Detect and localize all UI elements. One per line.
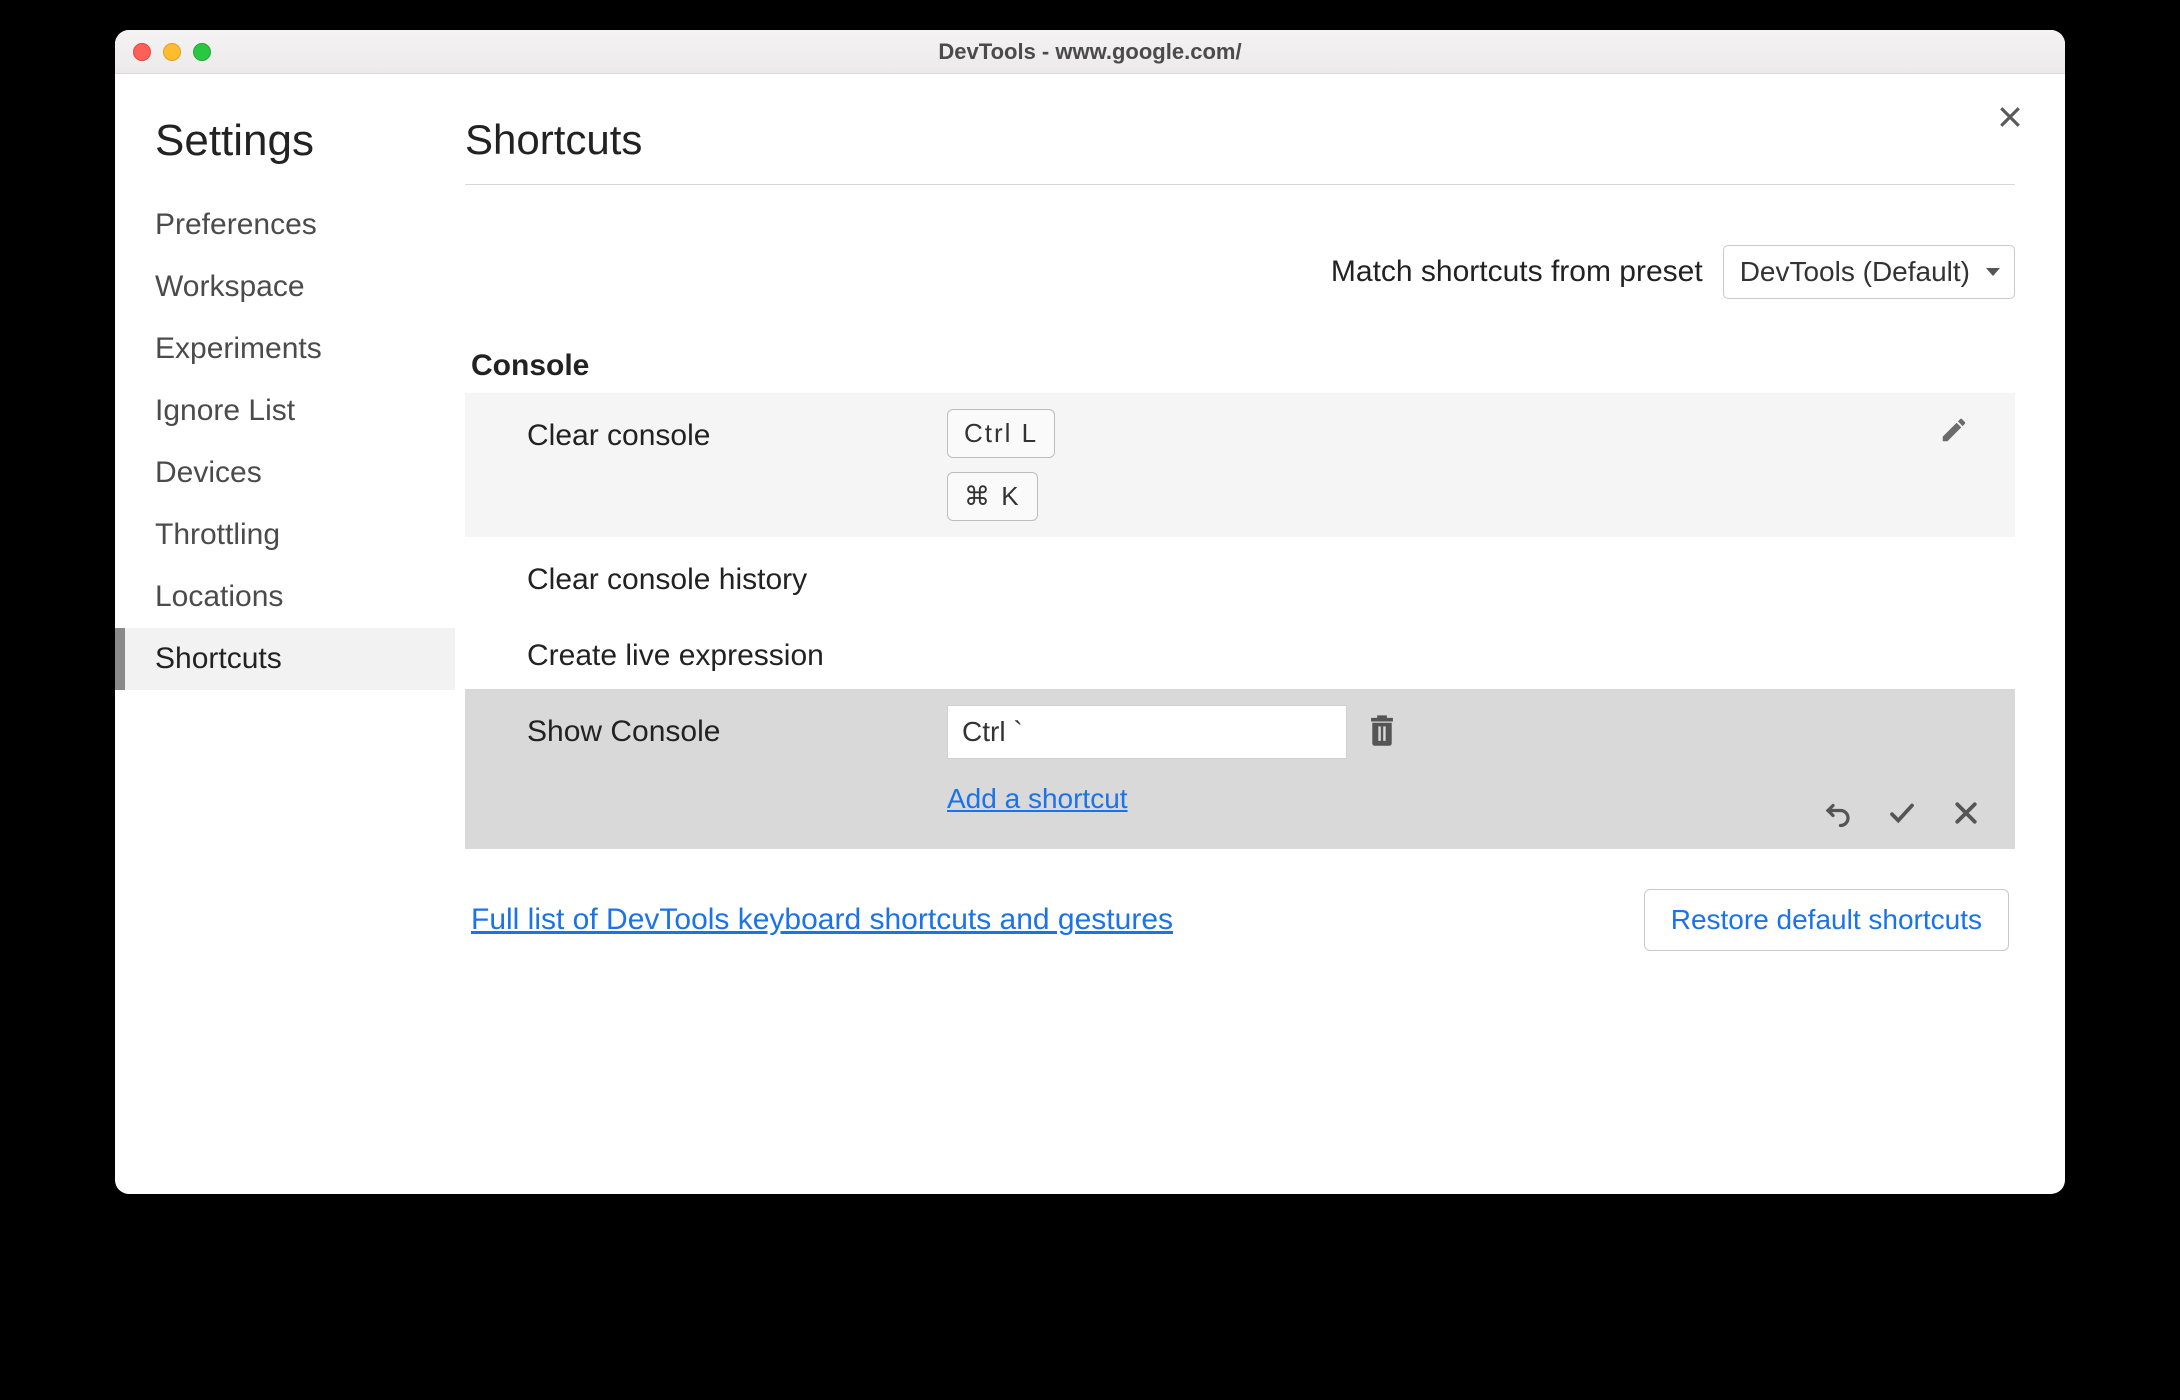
footer-row: Full list of DevTools keyboard shortcuts… (465, 889, 2015, 951)
main-panel: Shortcuts Match shortcuts from preset De… (455, 74, 2065, 1194)
sidebar-item-workspace[interactable]: Workspace (115, 256, 455, 318)
trash-icon[interactable] (1367, 713, 1397, 752)
shortcut-label: Create live expression (527, 629, 947, 673)
window-zoom-button[interactable] (193, 43, 211, 61)
shortcut-row-clear-console-history: Clear console history (465, 537, 2015, 613)
preset-select-value: DevTools (Default) (1740, 256, 1970, 287)
cancel-icon[interactable] (1951, 798, 1981, 833)
key-chip: ⌘ K (947, 472, 1038, 521)
shortcut-row-create-live-expression: Create live expression (465, 613, 2015, 689)
window-minimize-button[interactable] (163, 43, 181, 61)
shortcut-row-show-console: Show Console Add a shortcut (465, 689, 2015, 849)
sidebar-item-ignore-list[interactable]: Ignore List (115, 380, 455, 442)
restore-defaults-button[interactable]: Restore default shortcuts (1644, 889, 2009, 951)
shortcut-input[interactable] (947, 705, 1347, 759)
preset-row: Match shortcuts from preset DevTools (De… (465, 245, 2015, 299)
titlebar: DevTools - www.google.com/ (115, 30, 2065, 74)
confirm-icon[interactable] (1887, 798, 1917, 833)
section-heading-console: Console (465, 349, 2015, 383)
settings-sidebar: Settings Preferences Workspace Experimen… (115, 74, 455, 1194)
sidebar-item-experiments[interactable]: Experiments (115, 318, 455, 380)
page-title: Shortcuts (465, 116, 2015, 185)
sidebar-item-preferences[interactable]: Preferences (115, 194, 455, 256)
sidebar-item-devices[interactable]: Devices (115, 442, 455, 504)
window-title: DevTools - www.google.com/ (938, 39, 1241, 65)
preset-select[interactable]: DevTools (Default) (1723, 245, 2015, 299)
undo-icon[interactable] (1823, 798, 1853, 833)
preset-label: Match shortcuts from preset (1331, 255, 1703, 289)
key-chip: Ctrl L (947, 409, 1055, 458)
edit-icon[interactable] (1939, 415, 1969, 450)
shortcut-label: Show Console (527, 705, 947, 749)
window-close-button[interactable] (133, 43, 151, 61)
sidebar-heading: Settings (115, 116, 455, 166)
add-shortcut-link[interactable]: Add a shortcut (947, 783, 1128, 815)
shortcut-label: Clear console (527, 409, 947, 453)
shortcut-label: Clear console history (527, 553, 947, 597)
shortcut-keys: Ctrl L ⌘ K (947, 409, 1055, 521)
shortcut-row-clear-console: Clear console Ctrl L ⌘ K (465, 393, 2015, 537)
close-icon[interactable] (1995, 102, 2025, 137)
devtools-settings-window: DevTools - www.google.com/ Settings Pref… (115, 30, 2065, 1194)
full-list-link[interactable]: Full list of DevTools keyboard shortcuts… (471, 903, 1173, 937)
sidebar-item-throttling[interactable]: Throttling (115, 504, 455, 566)
edit-actions (1823, 798, 1981, 833)
traffic-lights (133, 43, 211, 61)
sidebar-item-locations[interactable]: Locations (115, 566, 455, 628)
sidebar-item-shortcuts[interactable]: Shortcuts (115, 628, 455, 690)
